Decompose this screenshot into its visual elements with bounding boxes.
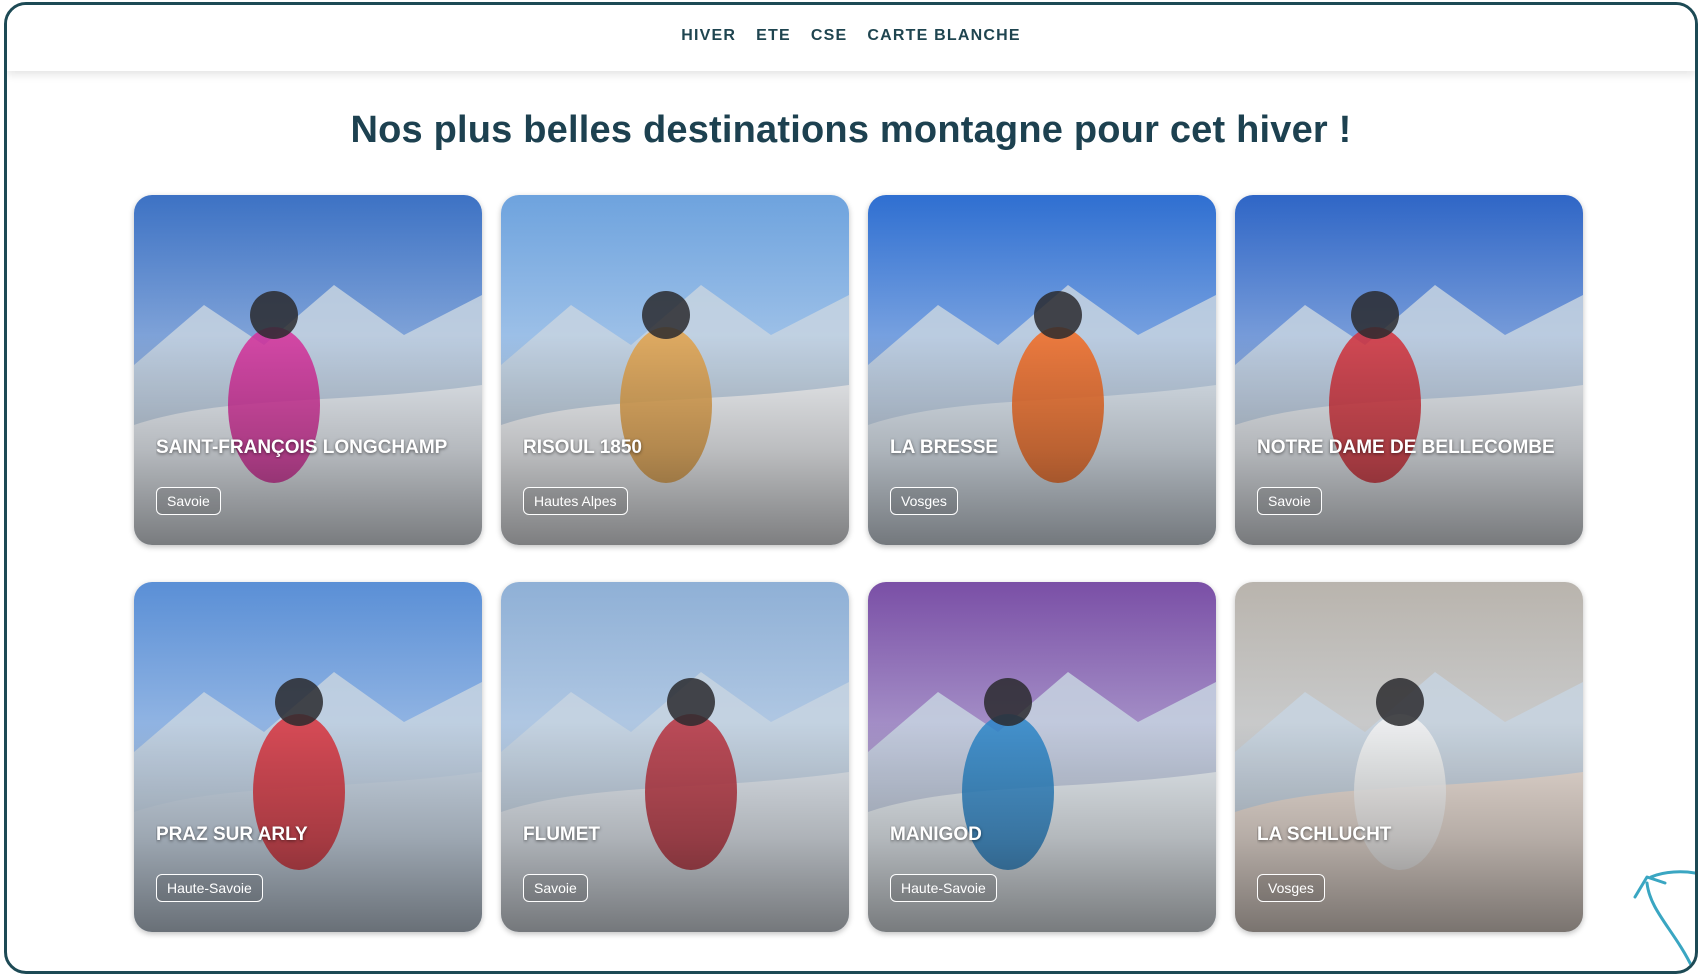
region-tag: Vosges — [1257, 874, 1325, 902]
destination-name: LA SCHLUCHT — [1257, 824, 1392, 845]
destination-grid: SAINT-FRANÇOIS LONGCHAMP Savoie RISOUL 1… — [134, 195, 1587, 932]
nav-link-hiver[interactable]: HIVER — [681, 27, 736, 45]
destination-card[interactable]: PRAZ SUR ARLY Haute-Savoie — [134, 582, 482, 932]
destination-name: LA BRESSE — [890, 437, 999, 458]
nav-link-cse[interactable]: CSE — [811, 27, 848, 45]
region-tag: Savoie — [1257, 487, 1322, 515]
destination-card[interactable]: SAINT-FRANÇOIS LONGCHAMP Savoie — [134, 195, 482, 545]
region-tag: Haute-Savoie — [890, 874, 997, 902]
destination-name: MANIGOD — [890, 824, 982, 845]
top-navigation: HIVER ETE CSE CARTE BLANCHE — [7, 5, 1695, 71]
destination-card[interactable]: RISOUL 1850 Hautes Alpes — [501, 195, 849, 545]
destination-name: RISOUL 1850 — [523, 437, 642, 458]
destination-card[interactable]: LA BRESSE Vosges — [868, 195, 1216, 545]
destination-name: FLUMET — [523, 824, 601, 845]
region-tag: Vosges — [890, 487, 958, 515]
region-tag: Haute-Savoie — [156, 874, 263, 902]
destination-card[interactable]: NOTRE DAME DE BELLECOMBE Savoie — [1235, 195, 1583, 545]
destination-card[interactable]: LA SCHLUCHT Vosges — [1235, 582, 1583, 932]
destination-name: NOTRE DAME DE BELLECOMBE — [1257, 437, 1555, 458]
page-frame: HIVER ETE CSE CARTE BLANCHE Nos plus bel… — [4, 2, 1698, 974]
destination-name: PRAZ SUR ARLY — [156, 824, 308, 845]
destination-name: SAINT-FRANÇOIS LONGCHAMP — [156, 437, 448, 458]
region-tag: Savoie — [156, 487, 221, 515]
arrow-icon — [1633, 870, 1695, 971]
page-title: Nos plus belles destinations montagne po… — [350, 109, 1352, 151]
nav-link-carte-blanche[interactable]: CARTE BLANCHE — [867, 27, 1020, 45]
region-tag: Savoie — [523, 874, 588, 902]
nav-link-ete[interactable]: ETE — [756, 27, 791, 45]
destination-card[interactable]: FLUMET Savoie — [501, 582, 849, 932]
region-tag: Hautes Alpes — [523, 487, 628, 515]
destination-card[interactable]: MANIGOD Haute-Savoie — [868, 582, 1216, 932]
